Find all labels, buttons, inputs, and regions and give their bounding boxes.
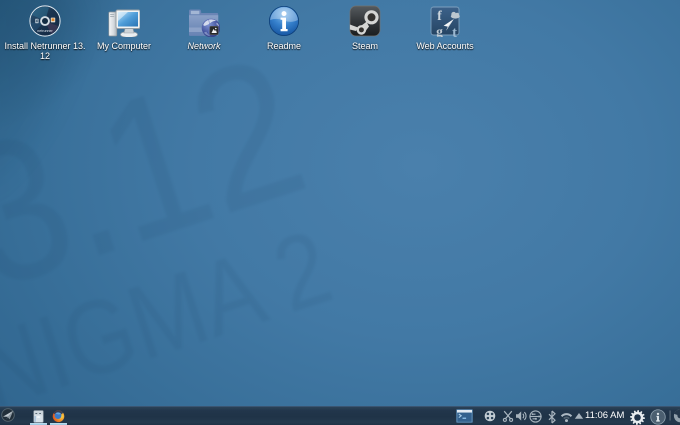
- svg-text:g: g: [436, 24, 443, 37]
- svg-text:f: f: [437, 8, 442, 23]
- svg-text:netrunner: netrunner: [37, 29, 53, 33]
- svg-text:t: t: [452, 25, 457, 37]
